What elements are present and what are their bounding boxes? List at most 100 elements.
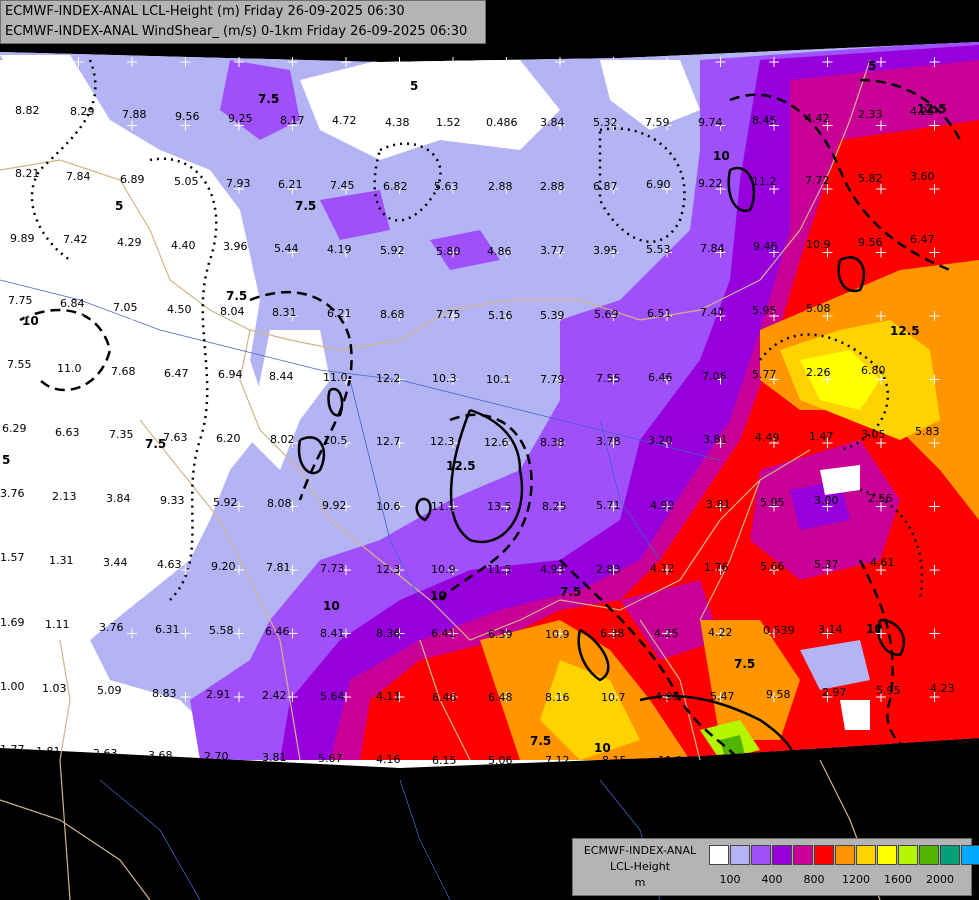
station-value: 6.38 — [600, 627, 625, 640]
station-value: 2.56 — [868, 492, 893, 505]
station-value: 6.46 — [648, 371, 673, 384]
station-value: 4.40 — [171, 239, 196, 252]
station-value: 6.63 — [55, 426, 80, 439]
station-value: 5.09 — [97, 684, 122, 697]
legend-tick: 1200 — [842, 873, 870, 886]
station-value: 3.81 — [703, 433, 728, 446]
station-value: 4.72 — [332, 114, 357, 127]
station-value: 8.21 — [15, 167, 40, 180]
station-value: 3.20 — [648, 434, 673, 447]
station-value: 6.46 — [265, 625, 290, 638]
station-value: 5.80 — [436, 245, 461, 258]
station-value: 10.9 — [806, 238, 831, 251]
station-value: 7.59 — [645, 116, 670, 129]
station-value: 7.75 — [8, 294, 33, 307]
station-value: 6.31 — [155, 623, 180, 636]
station-value: 5.69 — [594, 308, 619, 321]
station-value: 5.95 — [760, 496, 785, 509]
station-value: 6.82 — [383, 180, 408, 193]
contour-label: 12.5 — [446, 459, 476, 473]
station-value: 7.10 — [924, 742, 949, 755]
legend-swatch — [856, 845, 876, 865]
legend-tick: 1600 — [884, 873, 912, 886]
station-value: 7.05 — [113, 301, 138, 314]
station-value: 7.72 — [805, 174, 830, 187]
station-value: 4.38 — [385, 116, 410, 129]
station-value: 7.12 — [545, 754, 570, 767]
station-value: 3.96 — [223, 240, 248, 253]
station-value: 8.29 — [70, 105, 95, 118]
legend-tick: 800 — [803, 873, 825, 886]
legend-source: ECMWF-INDEX-ANAL — [583, 844, 697, 857]
station-value: 9.89 — [10, 232, 35, 245]
station-value: 1.31 — [49, 554, 74, 567]
station-value: 10.1 — [486, 373, 511, 386]
map-title: ECMWF-INDEX-ANAL LCL-Height (m) Friday 2… — [0, 0, 486, 44]
contour-label: 7.5 — [560, 585, 581, 599]
station-value: 5.67 — [318, 752, 343, 765]
station-value: 11.2 — [752, 175, 777, 188]
station-value: 7.63 — [163, 431, 188, 444]
station-value: 4.11 — [376, 690, 401, 703]
station-value: 5.16 — [488, 309, 513, 322]
station-value: 7.79 — [540, 373, 565, 386]
station-value: 7.55 — [7, 358, 32, 371]
station-value: 5.08 — [806, 302, 831, 315]
color-legend: ECMWF-INDEX-ANAL LCL-Height m 100 400 800 1… — [572, 838, 979, 896]
station-value: 5.44 — [274, 242, 299, 255]
contour-label: 12.5 — [890, 324, 920, 338]
station-value: 9.25 — [228, 112, 253, 125]
station-value: 6.41 — [431, 627, 456, 640]
station-value: 8.45 — [752, 114, 777, 127]
station-value: 4.92 — [650, 499, 675, 512]
station-value: 6.80 — [861, 364, 886, 377]
station-value: 8.31 — [272, 306, 297, 319]
legend-swatch — [730, 845, 750, 865]
station-value: 2.97 — [822, 686, 847, 699]
station-value: 3.05 — [861, 428, 886, 441]
station-value: 5.64 — [320, 690, 345, 703]
legend-tick: 2000 — [926, 873, 954, 886]
map-stage: 5 7.5 10 12.5 7.5 5 10 7.5 10 12.5 7.5 1… — [0, 0, 979, 900]
legend-swatch — [793, 845, 813, 865]
station-value: 4.63 — [157, 558, 182, 571]
station-value: 12.6 — [484, 436, 509, 449]
station-value: 10.6 — [376, 500, 401, 513]
station-value: 4.12 — [650, 562, 675, 575]
station-value: 10.9 — [545, 628, 570, 641]
station-value: 8.44 — [269, 370, 294, 383]
station-value: 7.93 — [226, 177, 251, 190]
station-value: 7.73 — [320, 562, 345, 575]
station-value: 7.55 — [596, 372, 621, 385]
station-value: 9.33 — [160, 494, 185, 507]
station-value: 1.69 — [0, 616, 25, 629]
station-value: 2.13 — [52, 490, 77, 503]
station-value: 4.95 — [655, 690, 680, 703]
station-value: 6.29 — [2, 422, 27, 435]
legend-tick: 400 — [761, 873, 783, 886]
contour-label: 10 — [713, 149, 730, 163]
station-value: 5.06 — [488, 754, 513, 767]
station-value: 11.0 — [658, 754, 683, 767]
station-value: 9.56 — [175, 110, 200, 123]
station-value: 6.51 — [647, 307, 672, 320]
station-value: 7.47 — [700, 306, 725, 319]
station-value: 10.5 — [323, 434, 348, 447]
station-value: 1.81 — [36, 745, 61, 758]
station-value: 10.7 — [601, 691, 626, 704]
station-value: 6.47 — [164, 367, 189, 380]
station-value: 8.02 — [270, 433, 295, 446]
station-value: 0.539 — [763, 624, 795, 637]
contour-label: 10 — [323, 599, 340, 613]
legend-ticks: 100 400 800 1200 1600 2000 — [709, 873, 969, 887]
station-value: 8.68 — [380, 308, 405, 321]
station-value: 11.5 — [487, 563, 512, 576]
station-value: 7.75 — [436, 308, 461, 321]
station-value: 1.00 — [0, 680, 25, 693]
station-value: 10.3 — [432, 372, 457, 385]
legend-parameter: LCL-Height — [609, 860, 671, 873]
station-value: 2.88 — [488, 180, 513, 193]
station-value: 5.95 — [876, 684, 901, 697]
station-value: 5.39 — [540, 309, 565, 322]
station-value: 7.42 — [63, 233, 88, 246]
